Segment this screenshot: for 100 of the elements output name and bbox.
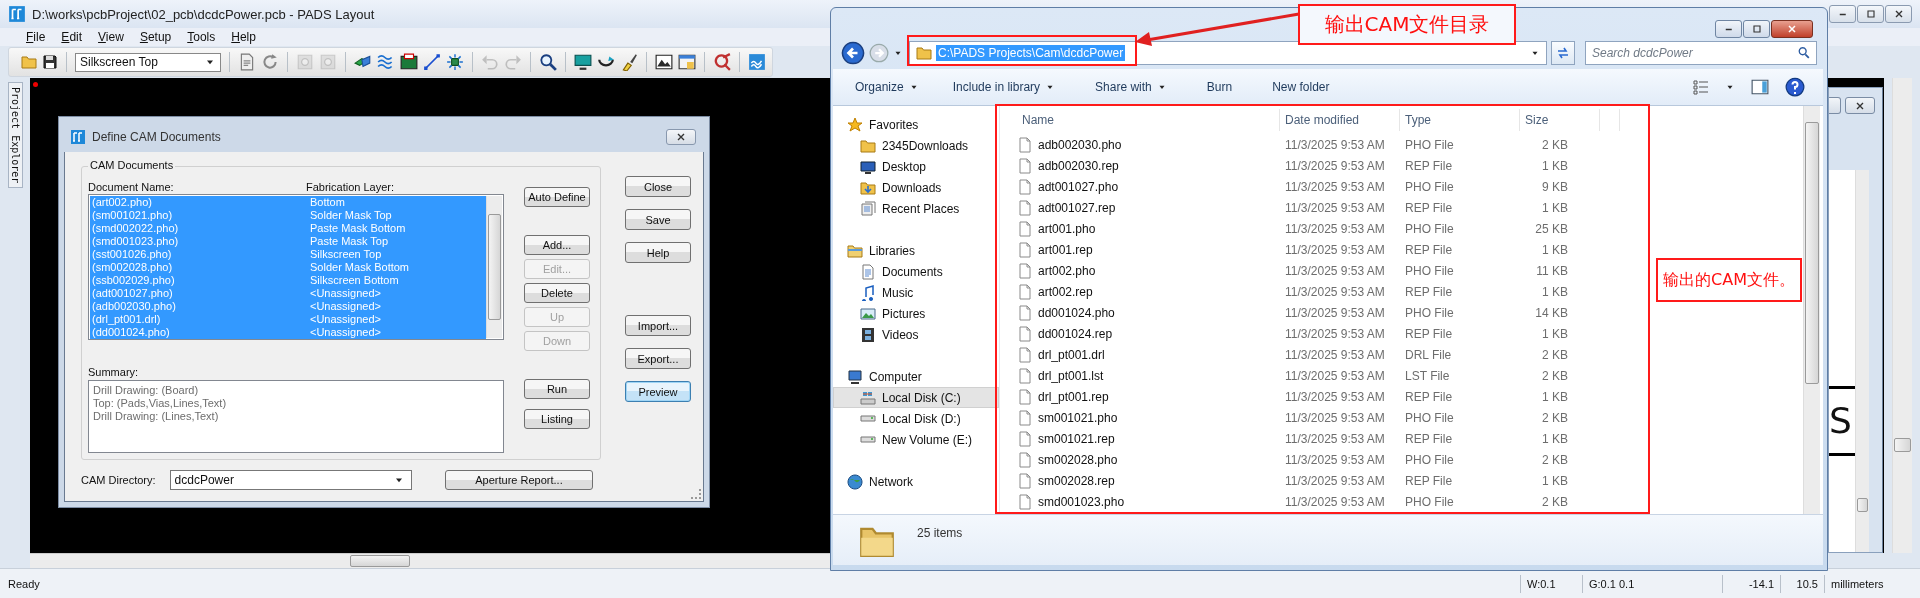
app-icon[interactable] xyxy=(748,53,766,71)
file-name[interactable]: adb002030.rep xyxy=(1010,157,1280,174)
nav-item[interactable]: Desktop xyxy=(833,156,999,177)
file-name[interactable]: smd001023.pho xyxy=(1010,493,1280,510)
menu-item[interactable]: Tools xyxy=(179,30,224,44)
file-name[interactable]: sm001021.pho xyxy=(1010,409,1280,426)
nav-item[interactable]: Local Disk (D:) xyxy=(833,408,999,429)
nav-item[interactable]: Music xyxy=(833,282,999,303)
project-explorer-tab[interactable]: Project Explorer xyxy=(7,82,23,189)
command-button[interactable]: Organize xyxy=(847,75,927,99)
nav-item[interactable]: Local Disk (C:) xyxy=(833,387,999,408)
file-name[interactable]: dd001024.pho xyxy=(1010,304,1280,321)
aperture-report-button[interactable]: Aperture Report... xyxy=(445,470,593,490)
file-name[interactable]: art001.rep xyxy=(1010,241,1280,258)
directory-dropdown[interactable]: dcdcPower xyxy=(169,470,412,490)
file-name[interactable]: sm002028.pho xyxy=(1010,451,1280,468)
file-name[interactable]: adt001027.pho xyxy=(1010,178,1280,195)
dialog-button[interactable]: Export... xyxy=(625,348,691,369)
nav-item[interactable]: Computer xyxy=(833,366,999,387)
nav-item[interactable]: Downloads xyxy=(833,177,999,198)
column-header[interactable]: Date modified xyxy=(1280,109,1400,131)
minimize-button[interactable] xyxy=(1715,20,1742,38)
nav-item[interactable]: Favorites xyxy=(833,114,999,135)
dialog-button[interactable]: Save xyxy=(625,209,691,230)
file-name[interactable]: art002.rep xyxy=(1010,283,1280,300)
file-name[interactable]: sm002028.rep xyxy=(1010,472,1280,489)
dialog-button[interactable]: Help xyxy=(625,242,691,263)
brush-icon[interactable] xyxy=(620,53,638,71)
file-name[interactable]: dd001024.rep xyxy=(1010,325,1280,342)
refresh-button[interactable] xyxy=(1551,41,1575,65)
command-button[interactable]: Burn xyxy=(1198,75,1241,99)
document-icon[interactable] xyxy=(238,53,256,71)
file-name[interactable]: drl_pt001.drl xyxy=(1010,346,1280,363)
maximize-button[interactable] xyxy=(1743,20,1770,38)
nav-item[interactable]: Documents xyxy=(833,261,999,282)
board-icon[interactable] xyxy=(400,53,418,71)
verify-icon[interactable] xyxy=(713,53,731,71)
file-name[interactable]: drl_pt001.rep xyxy=(1010,388,1280,405)
column-header[interactable]: Size xyxy=(1520,109,1600,131)
nav-item[interactable]: 2345Downloads xyxy=(833,135,999,156)
file-icon xyxy=(1017,241,1033,258)
column-header[interactable]: Type xyxy=(1400,109,1520,131)
nav-item[interactable]: Videos xyxy=(833,324,999,345)
scrollbar[interactable] xyxy=(30,553,830,568)
help-icon[interactable] xyxy=(1785,77,1805,97)
minimize-button[interactable] xyxy=(1829,5,1856,23)
file-name[interactable]: art001.pho xyxy=(1010,220,1280,237)
scrollbar[interactable] xyxy=(486,196,502,339)
scrollbar[interactable] xyxy=(1855,170,1869,552)
dialog-button[interactable]: Close xyxy=(625,176,691,197)
maximize-button[interactable] xyxy=(1829,97,1841,114)
menu-item[interactable]: Help xyxy=(223,30,264,44)
file-icon xyxy=(1017,304,1033,321)
preview-pane-icon[interactable] xyxy=(1751,78,1769,96)
command-button[interactable]: Include in library xyxy=(944,75,1064,99)
line-icon[interactable] xyxy=(423,53,441,71)
picture-icon[interactable] xyxy=(655,53,673,71)
nav-item[interactable]: Libraries xyxy=(833,240,999,261)
nav-item[interactable]: Network xyxy=(833,471,999,492)
file-name[interactable]: adt001027.rep xyxy=(1010,199,1280,216)
scrollbar[interactable] xyxy=(1892,78,1912,553)
search-icon[interactable] xyxy=(539,53,557,71)
close-button[interactable] xyxy=(1885,5,1912,23)
window-icon[interactable] xyxy=(678,53,696,71)
dialog-button[interactable]: Delete xyxy=(524,283,590,303)
refresh-icon[interactable] xyxy=(261,53,279,71)
dialog-button[interactable]: Run xyxy=(524,379,590,399)
layer-dropdown[interactable]: Silkscreen Top xyxy=(75,52,221,72)
menu-item[interactable]: View xyxy=(90,30,132,44)
close-button[interactable] xyxy=(1771,20,1813,38)
column-header[interactable]: Name xyxy=(1010,109,1280,131)
monitor-icon[interactable] xyxy=(574,53,592,71)
dialog-button[interactable]: Add... xyxy=(524,235,590,255)
scrollbar[interactable] xyxy=(1803,106,1820,514)
menu-item[interactable]: Edit xyxy=(53,30,91,44)
dialog-button[interactable]: Preview xyxy=(625,381,691,402)
folder-icon[interactable] xyxy=(21,54,37,70)
maximize-icon xyxy=(1750,23,1763,35)
file-name[interactable]: art002.pho xyxy=(1010,262,1280,279)
command-button[interactable]: New folder xyxy=(1264,75,1338,99)
dialog-button[interactable]: Import... xyxy=(625,315,691,336)
item-count: 25 items xyxy=(917,526,963,540)
maximize-button[interactable] xyxy=(1857,5,1884,23)
command-button[interactable]: Share with xyxy=(1087,75,1175,99)
file-name[interactable]: sm001021.rep xyxy=(1010,430,1280,447)
close-button[interactable] xyxy=(666,129,696,145)
close-button[interactable] xyxy=(1845,97,1875,114)
nav-item[interactable]: Pictures xyxy=(833,303,999,324)
wires-icon[interactable] xyxy=(377,53,395,71)
dialog-button[interactable]: Listing xyxy=(524,409,590,429)
chip-icon[interactable] xyxy=(446,53,464,71)
dialog-button[interactable]: Auto Define xyxy=(524,187,590,207)
nav-item[interactable]: Recent Places xyxy=(833,198,999,219)
menu-item[interactable]: File xyxy=(18,30,54,44)
summary-label: Summary: xyxy=(88,366,140,380)
view-options-icon[interactable] xyxy=(1693,79,1709,95)
file-name[interactable]: adb002030.pho xyxy=(1010,136,1280,153)
menu-item[interactable]: Setup xyxy=(131,30,180,44)
nav-item[interactable]: New Volume (E:) xyxy=(833,429,999,450)
file-name[interactable]: drl_pt001.lst xyxy=(1010,367,1280,384)
